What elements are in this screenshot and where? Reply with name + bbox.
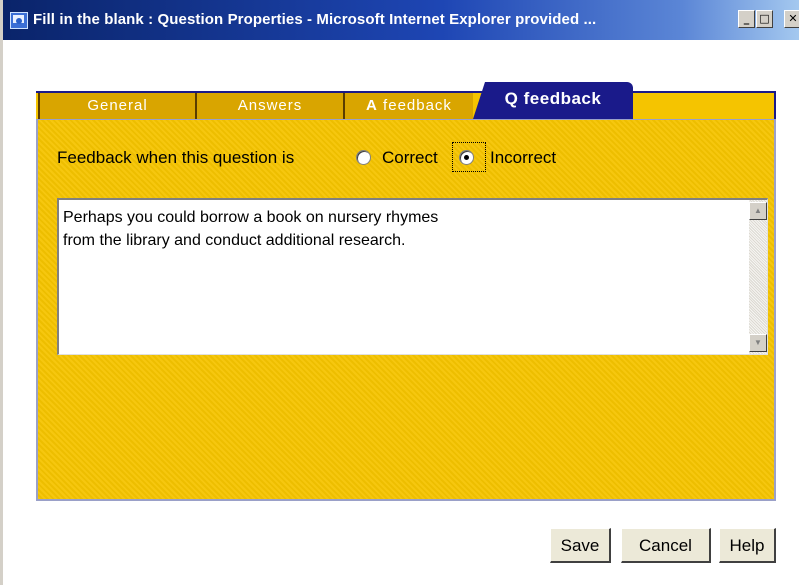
correct-radio-label[interactable]: Correct	[382, 148, 438, 168]
maximize-icon[interactable]: □	[756, 10, 773, 28]
title-bar[interactable]: Fill in the blank : Question Properties …	[3, 0, 799, 40]
window-title: Fill in the blank : Question Properties …	[33, 11, 597, 28]
tab-a-feedback-prefix: A	[366, 97, 378, 114]
feedback-text[interactable]: Perhaps you could borrow a book on nurse…	[63, 206, 733, 252]
internet-explorer-icon	[10, 12, 28, 29]
textarea-scrollbar[interactable]: ▲ ▼	[749, 200, 767, 354]
feedback-prompt: Feedback when this question is	[57, 148, 295, 167]
tab-q-feedback[interactable]: Q feedback	[473, 82, 633, 119]
tab-general-label: General	[87, 97, 148, 114]
scroll-down-icon[interactable]: ▼	[749, 334, 767, 352]
close-icon[interactable]: ✕	[784, 10, 799, 28]
incorrect-radio[interactable]	[459, 150, 474, 165]
tab-a-feedback[interactable]: A feedback	[343, 93, 473, 119]
minimize-icon[interactable]: _	[738, 10, 755, 28]
tab-answers-label: Answers	[237, 97, 303, 114]
feedback-textarea[interactable]: Perhaps you could borrow a book on nurse…	[57, 198, 768, 355]
correct-radio[interactable]	[356, 150, 371, 165]
tab-answers[interactable]: Answers	[195, 93, 343, 119]
save-button[interactable]: Save	[550, 528, 611, 563]
tab-q-feedback-label: Q feedback	[504, 89, 602, 108]
incorrect-radio-label[interactable]: Incorrect	[490, 148, 556, 168]
dialog-window: Fill in the blank : Question Properties …	[0, 0, 799, 585]
help-button[interactable]: Help	[719, 528, 776, 563]
scroll-up-icon[interactable]: ▲	[749, 202, 767, 220]
radio-selected-dot	[464, 155, 469, 160]
cancel-button[interactable]: Cancel	[621, 528, 711, 563]
tab-a-feedback-label: feedback	[377, 97, 452, 114]
tab-general[interactable]: General	[38, 93, 195, 119]
